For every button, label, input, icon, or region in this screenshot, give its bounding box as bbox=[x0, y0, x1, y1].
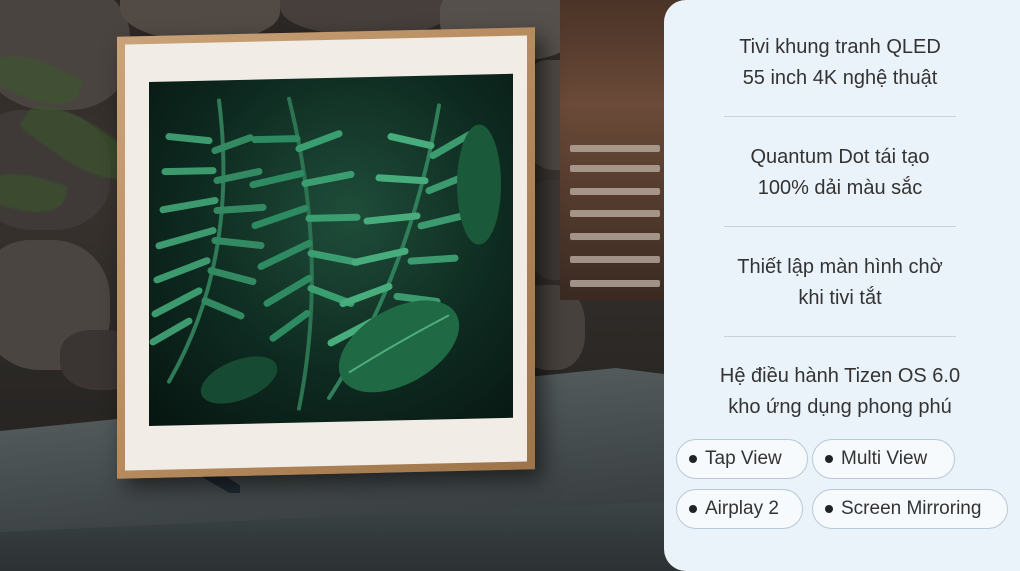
shelf bbox=[570, 233, 660, 240]
shelf bbox=[570, 145, 660, 152]
feature-line: Quantum Dot tái tạo bbox=[750, 146, 930, 168]
app-badge-label: Tap View bbox=[705, 448, 782, 469]
app-badge-label: Multi View bbox=[841, 448, 928, 469]
tv-passe-partout bbox=[125, 35, 527, 471]
feature-line: Thiết lập màn hình chờ bbox=[737, 256, 943, 278]
fern-frond bbox=[149, 98, 267, 384]
feature-line: kho ứng dụng phong phú bbox=[728, 396, 952, 418]
app-badge-tap-view: Tap View bbox=[676, 439, 808, 479]
frame-tv bbox=[117, 27, 535, 479]
shelf bbox=[570, 280, 660, 287]
app-badge-screen-mirroring: Screen Mirroring bbox=[812, 489, 1008, 529]
product-photo bbox=[0, 0, 700, 571]
app-badge-multi-view: Multi View bbox=[812, 439, 955, 479]
tv-screen bbox=[149, 73, 513, 427]
feature-line: Tivi khung tranh QLED bbox=[739, 36, 941, 58]
shelf bbox=[570, 188, 660, 195]
app-badge-label: Screen Mirroring bbox=[841, 498, 982, 519]
feature-item: Thiết lập màn hình chờ khi tivi tắt bbox=[664, 252, 1016, 314]
feature-item: Hệ điều hành Tizen OS 6.0 kho ứng dụng p… bbox=[664, 361, 1016, 423]
feature-panel: Tivi khung tranh QLED 55 inch 4K nghệ th… bbox=[664, 0, 1020, 571]
feature-line: Hệ điều hành Tizen OS 6.0 bbox=[719, 365, 961, 387]
app-badge-airplay-2: Airplay 2 bbox=[676, 489, 803, 529]
feature-item: Tivi khung tranh QLED 55 inch 4K nghệ th… bbox=[664, 32, 1016, 94]
app-badge-label: Airplay 2 bbox=[705, 498, 779, 519]
bullet-icon bbox=[689, 505, 697, 513]
divider bbox=[724, 336, 956, 337]
divider bbox=[724, 116, 956, 117]
leaf bbox=[457, 124, 501, 245]
bullet-icon bbox=[825, 455, 833, 463]
leaf bbox=[200, 356, 278, 404]
shelf bbox=[570, 256, 660, 263]
feature-line: 100% dải màu sắc bbox=[757, 177, 923, 199]
fern-artwork bbox=[149, 96, 501, 411]
feature-item: Quantum Dot tái tạo 100% dải màu sắc bbox=[664, 142, 1016, 204]
divider bbox=[724, 226, 956, 227]
shelf bbox=[570, 210, 660, 217]
shelf bbox=[570, 165, 660, 172]
bullet-icon bbox=[689, 455, 697, 463]
feature-line: khi tivi tắt bbox=[798, 287, 882, 309]
bullet-icon bbox=[825, 505, 833, 513]
feature-line: 55 inch 4K nghệ thuật bbox=[742, 67, 938, 89]
